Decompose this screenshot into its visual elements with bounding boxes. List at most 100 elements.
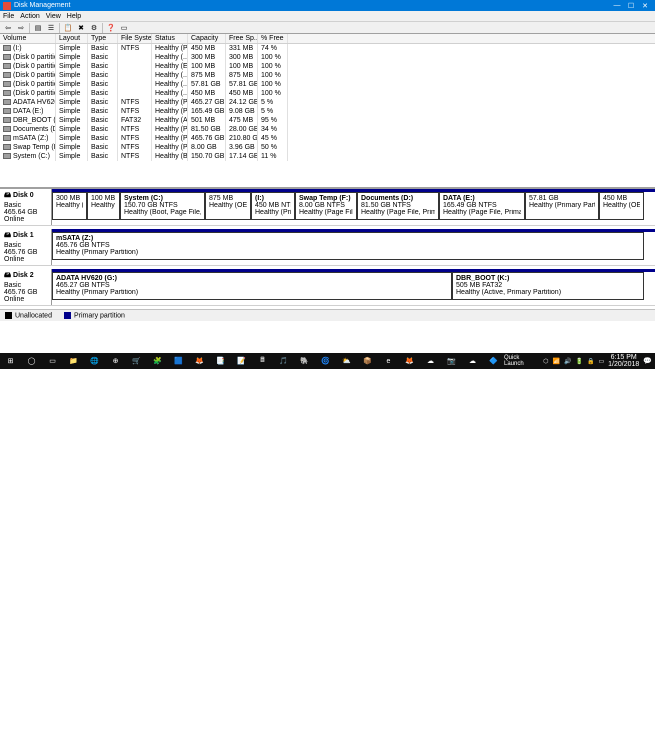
taskbar-app[interactable]: 📝: [231, 353, 252, 369]
taskbar-app[interactable]: ⊞: [0, 353, 21, 369]
tray-icon[interactable]: 🔊: [564, 358, 571, 365]
legend-item: Primary partition: [64, 312, 125, 319]
toolbar-button[interactable]: 📋: [63, 23, 73, 33]
column-header[interactable]: Layout: [56, 34, 88, 43]
taskbar-app[interactable]: 🎵: [273, 353, 294, 369]
column-header[interactable]: Volume: [0, 34, 56, 43]
disk-row: 🖴 Disk 2Basic465.76 GBOnlineADATA HV620 …: [0, 269, 655, 306]
tray-icon[interactable]: 📶: [553, 358, 560, 365]
volume-row[interactable]: (Disk 0 partition 2)SimpleBasicHealthy (…: [0, 62, 655, 71]
toolbar-button[interactable]: ❓: [106, 23, 116, 33]
tray-icon[interactable]: ▭: [598, 358, 604, 365]
taskbar-app[interactable]: 🦊: [399, 353, 420, 369]
toolbar-button[interactable]: ⇦: [3, 23, 13, 33]
partition[interactable]: Documents (D:)81.50 GB NTFSHealthy (Page…: [357, 192, 439, 220]
taskbar-app[interactable]: ▭: [42, 353, 63, 369]
partition[interactable]: 57.81 GBHealthy (Primary Partition): [525, 192, 599, 220]
volume-row[interactable]: Swap Temp (F:)SimpleBasicNTFSHealthy (P.…: [0, 143, 655, 152]
toolbar-button[interactable]: ▭: [119, 23, 129, 33]
toolbar: ⇦⇨ ▤☰ 📋✖⚙ ❓▭: [0, 22, 655, 34]
taskbar-app[interactable]: 🐘: [294, 353, 315, 369]
toolbar-button[interactable]: ▤: [33, 23, 43, 33]
volume-row[interactable]: System (C:)SimpleBasicNTFSHealthy (B...1…: [0, 152, 655, 161]
clock[interactable]: 6:15 PM1/20/2018: [608, 354, 639, 368]
volume-row[interactable]: ADATA HV620 (G:)SimpleBasicNTFSHealthy (…: [0, 98, 655, 107]
partition[interactable]: System (C:)150.70 GB NTFSHealthy (Boot, …: [120, 192, 205, 220]
quick-launch-label: Quick Launch: [504, 355, 533, 367]
menu-help[interactable]: Help: [67, 13, 81, 20]
volume-row[interactable]: (Disk 0 partition 10)SimpleBasicHealthy …: [0, 80, 655, 89]
toolbar-button[interactable]: ⚙: [89, 23, 99, 33]
disk-row: 🖴 Disk 1Basic465.76 GBOnlinemSATA (Z:)46…: [0, 229, 655, 266]
column-header[interactable]: File System: [118, 34, 152, 43]
volume-row[interactable]: (Disk 0 partition 1)SimpleBasicHealthy (…: [0, 53, 655, 62]
taskbar-app[interactable]: 🧩: [147, 353, 168, 369]
list-header: VolumeLayoutTypeFile SystemStatusCapacit…: [0, 34, 655, 44]
taskbar-app[interactable]: 🖩: [252, 353, 273, 369]
partition[interactable]: 875 MBHealthy (OEM Part: [205, 192, 251, 220]
legend: Unallocated Primary partition: [0, 309, 655, 321]
taskbar-app[interactable]: 🦊: [189, 353, 210, 369]
notification-icon[interactable]: 💬: [643, 357, 652, 365]
partition[interactable]: Swap Temp (F:)8.00 GB NTFSHealthy (Page …: [295, 192, 357, 220]
taskbar-app[interactable]: ☁: [420, 353, 441, 369]
window-title: Disk Management: [14, 2, 610, 9]
partition[interactable]: DBR_BOOT (K:)505 MB FAT32Healthy (Active…: [452, 272, 644, 300]
disk-row: 🖴 Disk 0Basic465.64 GBOnline300 MBHealth…: [0, 189, 655, 226]
taskbar-app[interactable]: e: [378, 353, 399, 369]
minimize-button[interactable]: —: [610, 2, 624, 9]
disk-info[interactable]: 🖴 Disk 2Basic465.76 GBOnline: [0, 269, 52, 305]
toolbar-button[interactable]: ✖: [76, 23, 86, 33]
disk-graphical-view: 🖴 Disk 0Basic465.64 GBOnline300 MBHealth…: [0, 189, 655, 306]
volume-row[interactable]: DATA (E:)SimpleBasicNTFSHealthy (P...165…: [0, 107, 655, 116]
taskbar-app[interactable]: 📦: [357, 353, 378, 369]
volume-row[interactable]: mSATA (Z:)SimpleBasicNTFSHealthy (P...46…: [0, 134, 655, 143]
taskbar-app[interactable]: ☁: [462, 353, 483, 369]
taskbar-app[interactable]: 🌀: [315, 353, 336, 369]
taskbar-app[interactable]: ◯: [21, 353, 42, 369]
tray-icon[interactable]: ⬡: [543, 358, 548, 365]
tray-icon[interactable]: 🔒: [587, 358, 594, 365]
column-header[interactable]: Type: [88, 34, 118, 43]
taskbar-app[interactable]: 📑: [210, 353, 231, 369]
menu-file[interactable]: File: [3, 13, 14, 20]
partition[interactable]: (I:)450 MB NTFSHealthy (Primary: [251, 192, 295, 220]
titlebar: Disk Management — ☐ ✕: [0, 0, 655, 11]
menu-action[interactable]: Action: [20, 13, 39, 20]
taskbar-app[interactable]: 🛒: [126, 353, 147, 369]
disk-info[interactable]: 🖴 Disk 1Basic465.76 GBOnline: [0, 229, 52, 265]
volume-row[interactable]: (Disk 0 partition 11)SimpleBasicHealthy …: [0, 89, 655, 98]
volume-row[interactable]: (Disk 0 partition 5)SimpleBasicHealthy (…: [0, 71, 655, 80]
toolbar-button[interactable]: ⇨: [16, 23, 26, 33]
partition[interactable]: 100 MBHealthy (EF: [87, 192, 120, 220]
taskbar-app[interactable]: 📷: [441, 353, 462, 369]
volume-list[interactable]: VolumeLayoutTypeFile SystemStatusCapacit…: [0, 34, 655, 189]
taskbar-app[interactable]: ⛅: [336, 353, 357, 369]
close-button[interactable]: ✕: [638, 2, 652, 10]
disk-info[interactable]: 🖴 Disk 0Basic465.64 GBOnline: [0, 189, 52, 225]
taskbar: ⊞◯▭📁🌐⊕🛒🧩🟦🦊📑📝🖩🎵🐘🌀⛅📦e🦊☁📷☁🔷 Quick Launch ⬡📶…: [0, 353, 655, 369]
volume-row[interactable]: (I:)SimpleBasicNTFSHealthy (P...450 MB33…: [0, 44, 655, 53]
partition[interactable]: ADATA HV620 (G:)465.27 GB NTFSHealthy (P…: [52, 272, 452, 300]
taskbar-app[interactable]: 🔷: [483, 353, 504, 369]
volume-row[interactable]: Documents (D:)SimpleBasicNTFSHealthy (P.…: [0, 125, 655, 134]
partition[interactable]: DATA (E:)165.49 GB NTFSHealthy (Page Fil…: [439, 192, 525, 220]
partition[interactable]: 450 MBHealthy (OEM Pa: [599, 192, 644, 220]
taskbar-app[interactable]: 🌐: [84, 353, 105, 369]
column-header[interactable]: Capacity: [188, 34, 226, 43]
maximize-button[interactable]: ☐: [624, 2, 638, 10]
volume-row[interactable]: DBR_BOOT (K:)SimpleBasicFAT32Healthy (A.…: [0, 116, 655, 125]
column-header[interactable]: % Free: [258, 34, 288, 43]
taskbar-app[interactable]: 🟦: [168, 353, 189, 369]
taskbar-app[interactable]: ⊕: [105, 353, 126, 369]
partition[interactable]: 300 MBHealthy (OEM: [52, 192, 87, 220]
column-header[interactable]: Free Sp...: [226, 34, 258, 43]
tray-icon[interactable]: 🔋: [575, 358, 582, 365]
partition[interactable]: mSATA (Z:)465.76 GB NTFSHealthy (Primary…: [52, 232, 644, 260]
menu-view[interactable]: View: [46, 13, 61, 20]
taskbar-app[interactable]: 📁: [63, 353, 84, 369]
app-icon: [3, 2, 11, 10]
toolbar-button[interactable]: ☰: [46, 23, 56, 33]
legend-item: Unallocated: [5, 312, 52, 319]
column-header[interactable]: Status: [152, 34, 188, 43]
